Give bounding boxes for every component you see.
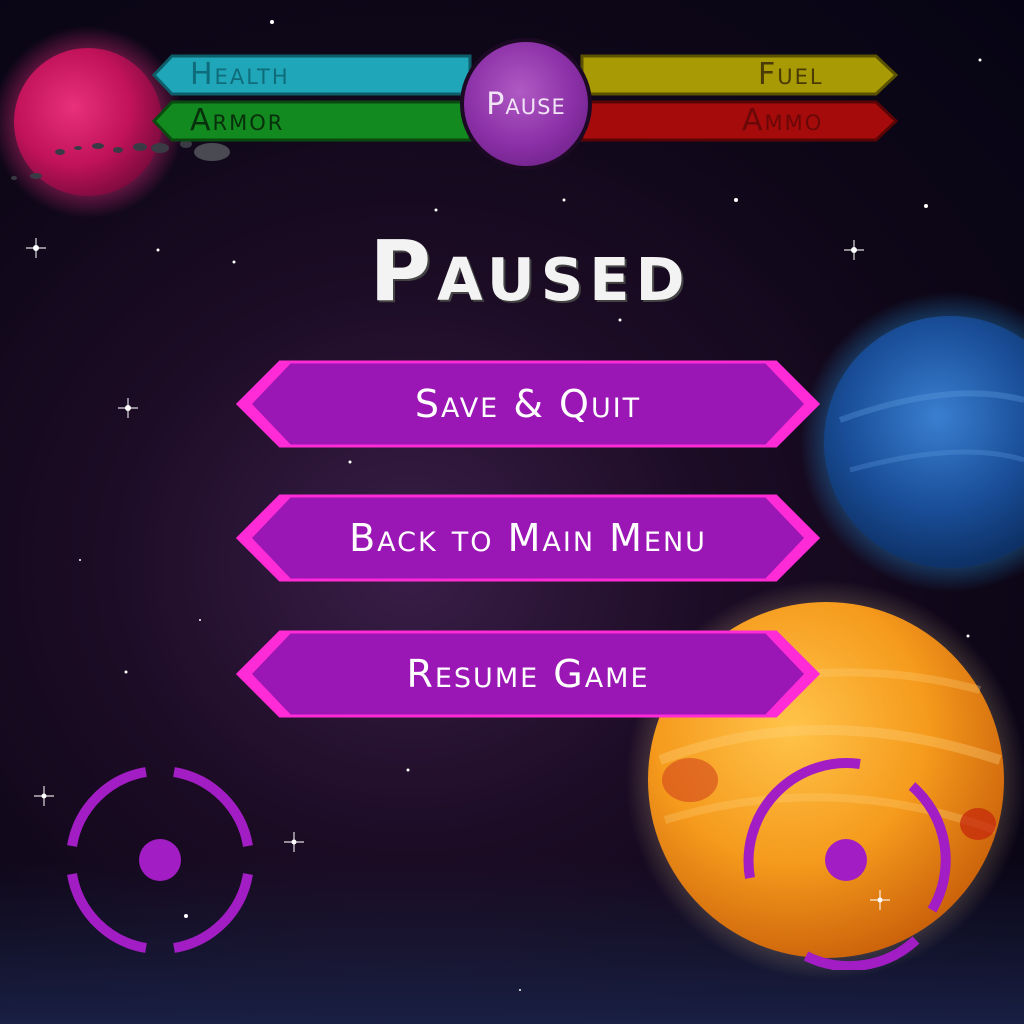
save-and-quit-button[interactable]: Save & Quit [236,360,820,448]
move-joystick-icon [67,767,253,953]
fuel-bar [580,54,899,96]
fuel-label: Fuel [758,57,824,92]
ammo-label: Ammo [742,103,824,138]
move-joystick[interactable] [50,750,270,970]
ammo-bar [580,100,899,142]
paused-title: Paused [369,222,691,320]
health-label: Health [190,57,290,92]
pause-button-label: Pause [486,86,566,122]
aim-joystick-icon [743,758,951,972]
back-to-main-menu-label: Back to Main Menu [349,516,707,560]
resume-game-label: Resume Game [406,652,650,696]
pause-button[interactable]: Pause [460,38,592,170]
armor-label: Armor [190,103,285,138]
save-and-quit-label: Save & Quit [414,382,642,426]
aim-joystick[interactable] [736,750,956,972]
back-to-main-menu-button[interactable]: Back to Main Menu [236,494,820,582]
resume-game-button[interactable]: Resume Game [236,630,820,718]
